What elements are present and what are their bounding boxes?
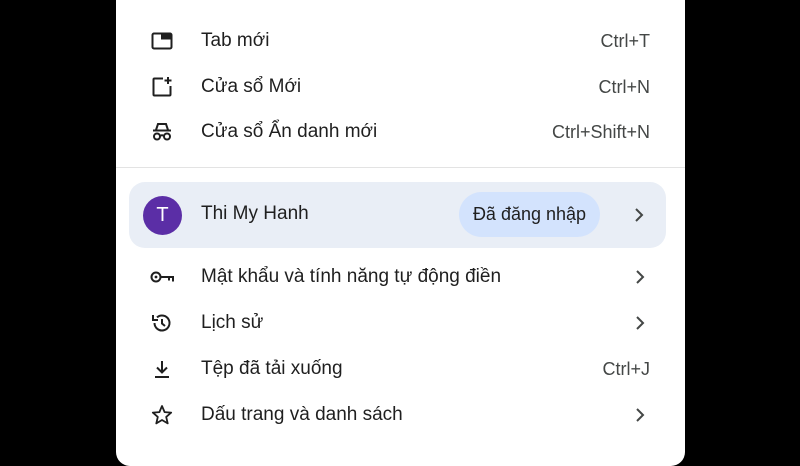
shortcut-text: Ctrl+N xyxy=(598,76,650,97)
menu-item-new-tab[interactable]: Tab mới Ctrl+T xyxy=(116,20,685,62)
menu-item-label: Tệp đã tải xuống xyxy=(201,358,343,379)
menu-item-history[interactable]: Lịch sử xyxy=(116,302,685,344)
new-tab-icon xyxy=(150,29,174,53)
menu-divider xyxy=(116,167,685,168)
chevron-right-icon xyxy=(633,405,647,425)
shortcut-text: Ctrl+J xyxy=(602,358,650,379)
shortcut-text: Ctrl+T xyxy=(600,30,651,51)
menu-item-label: Dấu trang và danh sách xyxy=(201,404,403,425)
star-icon xyxy=(150,403,174,427)
menu-item-label: Cửa sổ Ẩn danh mới xyxy=(201,121,378,142)
download-icon xyxy=(150,357,174,381)
menu-item-label: Lịch sử xyxy=(201,312,264,333)
profile-name: Thi My Hanh xyxy=(201,203,309,224)
signed-in-badge[interactable]: Đã đăng nhập xyxy=(459,192,600,237)
menu-item-label: Mật khẩu và tính năng tự động điền xyxy=(201,266,502,287)
history-icon xyxy=(150,311,174,335)
new-window-icon xyxy=(150,75,174,99)
menu-item-passwords-autofill[interactable]: Mật khẩu và tính năng tự động điền xyxy=(116,256,685,298)
avatar: T xyxy=(143,196,182,235)
profile-row[interactable]: T Thi My Hanh Đã đăng nhập xyxy=(129,182,666,248)
menu-item-new-window[interactable]: Cửa sổ Mới Ctrl+N xyxy=(116,66,685,108)
key-icon xyxy=(150,265,174,289)
menu-item-label: Cửa sổ Mới xyxy=(201,76,302,97)
chevron-right-icon xyxy=(633,313,647,333)
chevron-right-icon xyxy=(632,205,646,225)
menu-item-bookmarks-lists[interactable]: Dấu trang và danh sách xyxy=(116,394,685,436)
incognito-icon xyxy=(150,120,174,144)
menu-item-incognito[interactable]: Cửa sổ Ẩn danh mới Ctrl+Shift+N xyxy=(116,111,685,153)
browser-menu: Tab mới Ctrl+T Cửa sổ Mới Ctrl+N Cửa sổ … xyxy=(116,0,685,466)
shortcut-text: Ctrl+Shift+N xyxy=(551,121,650,142)
menu-item-label: Tab mới xyxy=(201,30,270,51)
menu-item-downloads[interactable]: Tệp đã tải xuống Ctrl+J xyxy=(116,348,685,390)
chevron-right-icon xyxy=(633,267,647,287)
